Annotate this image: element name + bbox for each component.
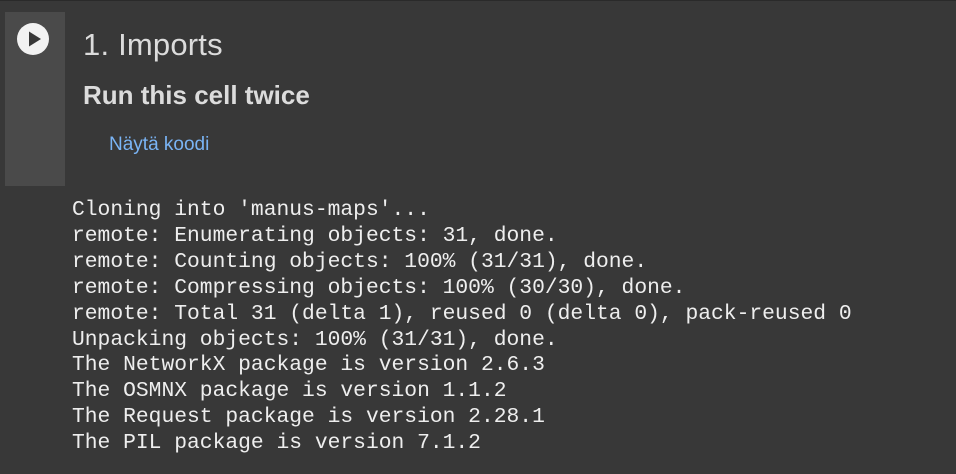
cell-output: Cloning into 'manus-maps'... remote: Enu… — [72, 198, 852, 457]
run-cell-button[interactable] — [17, 23, 49, 55]
output-line: remote: Compressing objects: 100% (30/30… — [72, 275, 686, 300]
output-line: The OSMNX package is version 1.1.2 — [72, 379, 507, 404]
cell-title: 1. Imports — [83, 27, 223, 62]
output-line: The NetworkX package is version 2.6.3 — [72, 353, 545, 378]
cell-subtitle: Run this cell twice — [83, 80, 310, 110]
output-line: remote: Total 31 (delta 1), reused 0 (de… — [72, 301, 852, 326]
output-line: Unpacking objects: 100% (31/31), done. — [72, 327, 558, 352]
notebook-cell: 1. Imports Run this cell twice Näytä koo… — [0, 0, 956, 474]
output-line: Cloning into 'manus-maps'... — [72, 198, 430, 222]
play-icon — [29, 31, 41, 47]
output-line: remote: Enumerating objects: 31, done. — [72, 223, 558, 248]
output-line: remote: Counting objects: 100% (31/31), … — [72, 249, 648, 274]
output-line: The PIL package is version 7.1.2 — [72, 431, 481, 456]
output-line: The Request package is version 2.28.1 — [72, 405, 545, 430]
cell-form: 1. Imports Run this cell twice Näytä koo… — [65, 12, 950, 186]
cell-gutter — [5, 12, 65, 186]
show-code-link[interactable]: Näytä koodi — [109, 133, 209, 157]
